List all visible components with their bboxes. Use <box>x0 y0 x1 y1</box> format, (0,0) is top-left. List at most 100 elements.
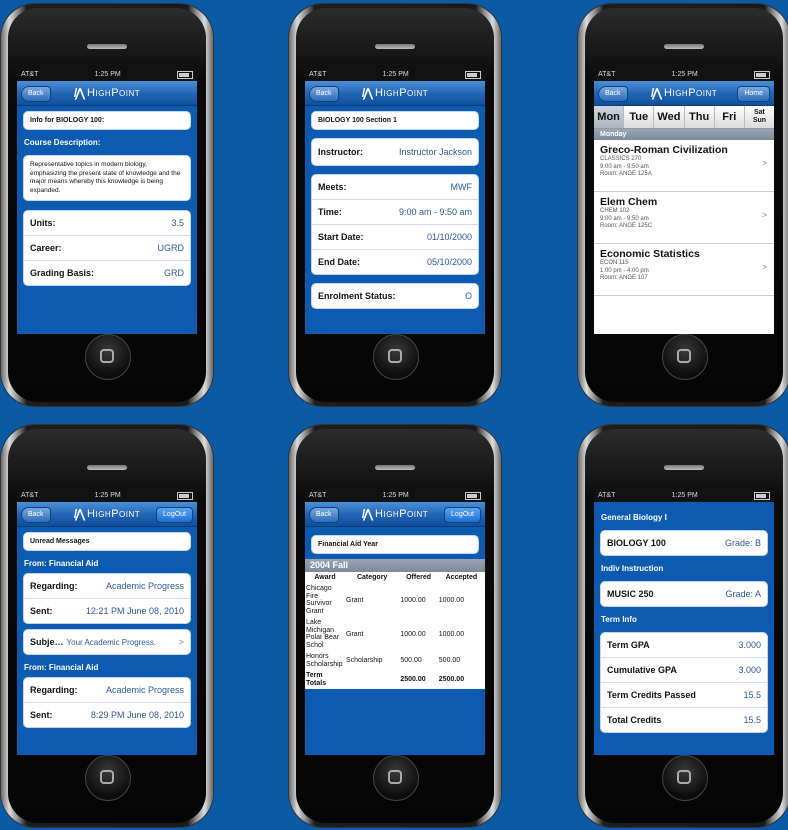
column-header: Offered <box>406 574 431 581</box>
nav-bar: Back /⋀ HighPoint LogOut <box>305 502 485 527</box>
status-bar: AT&T 1:25 PM <box>17 68 197 81</box>
battery-icon <box>177 70 193 79</box>
course-room: Room: ANGE 107 <box>600 275 648 281</box>
nav-bar: Back /⋀ HighPoint LogOut <box>17 502 197 527</box>
home-button[interactable] <box>373 755 419 801</box>
day-tab-tue[interactable]: Tue <box>624 106 655 128</box>
speaker-grille <box>375 44 415 49</box>
list-item[interactable]: Economic Statistics ECON 115 1:00 pm - 4… <box>594 244 774 296</box>
course-header: Info for BIOLOGY 100: <box>30 117 105 124</box>
highpoint-logo: /⋀ HighPoint <box>650 86 718 100</box>
column-header: Award <box>314 574 336 581</box>
home-nav-button[interactable]: Home <box>737 86 770 102</box>
time-row: Time: 9:00 am - 9:50 am <box>312 200 478 225</box>
carrier-label: AT&T <box>598 71 616 78</box>
home-square-icon <box>100 770 114 784</box>
highpoint-logo: /⋀ HighPoint <box>73 507 141 521</box>
day-tab-wed[interactable]: Wed <box>654 106 685 128</box>
start-date-row: Start Date: 01/10/2000 <box>312 225 478 250</box>
speaker-grille <box>87 465 127 470</box>
phone-schedule: AT&T 1:25 PM Back /⋀ HighPoint Home Mon T… <box>578 4 788 406</box>
term-info-card: Term GPA 3.000 Cumulative GPA 3.000 Term C… <box>600 632 768 733</box>
course-time: 9:00 am - 9:50 am <box>600 215 649 222</box>
speaker-grille <box>664 44 704 49</box>
course-header-card: Info for BIOLOGY 100: <box>23 111 191 130</box>
back-button[interactable]: Back <box>598 86 628 102</box>
home-button[interactable] <box>85 755 131 801</box>
home-button[interactable] <box>662 334 708 380</box>
home-button[interactable] <box>662 755 708 801</box>
message-subject-card[interactable]: Subje… Your Academic Progress. > <box>23 629 191 655</box>
course-code: ECON 115 <box>600 260 629 266</box>
logo-mark-icon: /⋀ <box>361 507 373 521</box>
back-button[interactable]: Back <box>21 507 51 523</box>
status-bar: AT&T 1:25 PM <box>305 489 485 502</box>
grade-row: BIOLOGY 100 Grade: B <box>607 538 761 548</box>
nav-bar: Back /⋀ HighPoint Home <box>594 81 774 106</box>
screen: AT&T 1:25 PM Back /⋀ HighPoint Home Mon T… <box>594 68 774 334</box>
messages-header: Unread Messages <box>30 538 90 545</box>
clock-label: 1:25 PM <box>671 71 698 78</box>
list-item[interactable]: Greco-Roman Civilization CLASSICS 270 9:… <box>594 140 774 192</box>
message-card: Regarding: Academic Progress Sent: 12:21 P… <box>23 573 191 624</box>
career-row: Career: UGRD <box>24 236 190 261</box>
day-tab-weekend[interactable]: Sat Sun <box>744 106 774 128</box>
course-title: Greco-Roman Civilization <box>600 144 728 156</box>
status-bar: AT&T 1:25 PM <box>594 68 774 81</box>
carrier-label: AT&T <box>309 492 327 499</box>
logo-mark-icon: /⋀ <box>650 86 662 100</box>
chevron-right-icon: > <box>761 158 767 168</box>
clock-label: 1:25 PM <box>382 71 409 78</box>
screen: AT&T 1:25 PM Back /⋀ HighPoint LogOut Fin… <box>305 489 485 755</box>
speaker-grille <box>375 465 415 470</box>
end-date-row: End Date: 05/10/2000 <box>318 257 472 267</box>
back-button[interactable]: Back <box>309 86 339 102</box>
course-code: CLASSICS 270 <box>600 156 642 162</box>
aid-year-header: Financial Aid Year <box>318 541 378 548</box>
home-square-icon <box>100 349 114 363</box>
back-button[interactable]: Back <box>21 86 51 102</box>
nav-bar: Back /⋀ HighPoint <box>305 81 485 106</box>
chevron-right-icon: > <box>178 637 184 647</box>
home-button[interactable] <box>85 334 131 380</box>
grade-card: BIOLOGY 100 Grade: B <box>600 530 768 556</box>
phone-messages: AT&T 1:25 PM Back /⋀ HighPoint LogOut Unr… <box>1 425 213 827</box>
speaker-grille <box>664 465 704 470</box>
logout-button[interactable]: LogOut <box>156 507 193 523</box>
course-room: Room: ANGE 125C <box>600 223 653 229</box>
messages-header-card: Unread Messages <box>23 532 191 551</box>
phone-grades: AT&T 1:25 PM General Biology I BIOLOGY 1… <box>578 425 788 827</box>
course-room: Room: ANGE 125A <box>600 171 652 177</box>
day-tab-thu[interactable]: Thu <box>684 106 715 128</box>
carrier-label: AT&T <box>598 492 616 499</box>
carrier-label: AT&T <box>309 71 327 78</box>
back-button[interactable]: Back <box>309 507 339 523</box>
term-header: 2004 Fall <box>305 559 485 572</box>
aid-year-card: Financial Aid Year <box>311 535 479 554</box>
highpoint-logo: /⋀ HighPoint <box>361 86 429 100</box>
day-tab-fri[interactable]: Fri <box>714 106 745 128</box>
day-section-header: Monday <box>594 129 774 140</box>
course-title: Economic Statistics <box>600 248 700 260</box>
logo-mark-icon: /⋀ <box>73 86 85 100</box>
sent-row: Sent: 12:21 PM June 08, 2010 <box>30 606 184 616</box>
logout-button[interactable]: LogOut <box>444 507 481 523</box>
chevron-right-icon: > <box>761 210 767 220</box>
section-header: BIOLOGY 100 Section 1 <box>318 117 397 124</box>
list-item[interactable]: Elem Chem CHEM 102 9:00 am - 9:50 am Roo… <box>594 192 774 244</box>
table-row: Chicago Fire Survivor Grant Grant 1000.0… <box>306 585 465 615</box>
section-header-card: BIOLOGY 100 Section 1 <box>311 111 479 130</box>
course-group-title: General Biology I <box>601 513 667 522</box>
cumulative-gpa-row: Cumulative GPA 3.000 <box>601 658 767 683</box>
course-time: 1:00 pm - 4:00 pm <box>600 267 649 274</box>
chevron-right-icon: > <box>761 262 767 272</box>
highpoint-logo: /⋀ HighPoint <box>73 86 141 100</box>
home-button[interactable] <box>373 334 419 380</box>
meeting-card: Meets: MWF Time: 9:00 am - 9:50 am Start D… <box>311 174 479 275</box>
home-square-icon <box>388 770 402 784</box>
regarding-row: Regarding: Academic Progress <box>24 574 190 599</box>
day-tab-mon[interactable]: Mon <box>594 106 625 128</box>
subject-row[interactable]: Subje… Your Academic Progress. > <box>24 630 190 654</box>
message-card: Regarding: Academic Progress Sent: 8:29 PM… <box>23 677 191 728</box>
day-selector: Mon Tue Wed Thu Fri Sat Sun <box>594 106 774 129</box>
